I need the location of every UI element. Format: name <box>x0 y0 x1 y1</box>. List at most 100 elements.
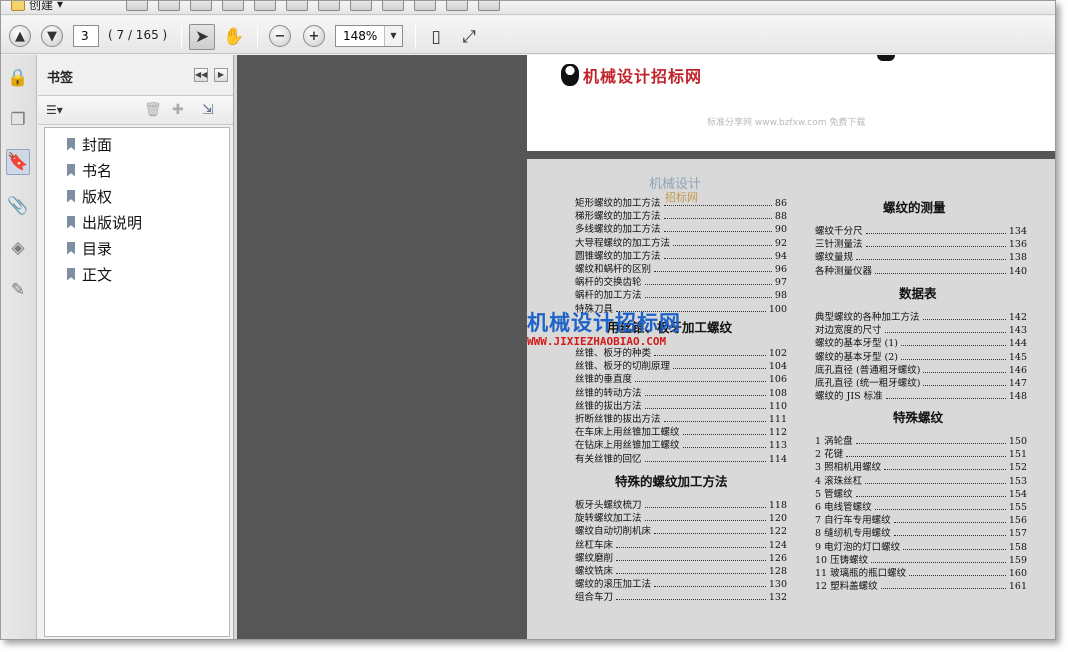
settings-icon[interactable] <box>286 1 308 11</box>
print-icon[interactable] <box>190 1 212 11</box>
edit-icon[interactable] <box>222 1 244 11</box>
expand-panel-button[interactable]: ▶ <box>214 68 228 82</box>
toc-entry-label: 典型螺纹的各种加工方法 <box>815 312 920 323</box>
attach-icon[interactable] <box>414 1 436 11</box>
comment-icon[interactable] <box>318 1 340 11</box>
toc-entry: 大导程螺纹的加工方法 92 <box>575 235 787 249</box>
document-view[interactable]: 机械设计招标网 标准分享网 www.bzfxw.com 免费下载 机械设计 招标… <box>237 55 1055 639</box>
lock-icon[interactable]: 🔒 <box>6 65 30 91</box>
toc-entry-label: 4 滚珠丝杠 <box>815 475 863 487</box>
open-folder-icon[interactable] <box>126 1 148 11</box>
bookmark-item-publishing-notes[interactable]: 出版说明 <box>67 211 142 233</box>
layers-icon[interactable]: ◈ <box>6 235 30 261</box>
toc-entry-label: 螺纹的基本牙型 (2) <box>815 351 898 363</box>
options-menu-button[interactable]: ☰▾ <box>46 103 63 117</box>
bookmark-item-book-title[interactable]: 书名 <box>67 159 112 181</box>
toc-entry: 有关丝锥的回忆 114 <box>575 451 787 465</box>
bookmark-label: 封面 <box>82 135 113 154</box>
toc-leader-dots <box>903 544 1006 550</box>
toc-leader-dots <box>663 253 772 259</box>
toc-entry: 螺纹的滚压加工法 130 <box>575 576 787 590</box>
toc-entry: 螺纹铣床 128 <box>575 563 787 577</box>
hand-tool-button[interactable]: ✋ <box>221 24 247 50</box>
save-icon[interactable] <box>158 1 180 11</box>
next-page-button[interactable]: ▼ <box>41 25 63 47</box>
toc-entry: 7 自行车专用螺纹 156 <box>815 512 1027 526</box>
toc-entry-label: 螺纹量规 <box>815 252 854 264</box>
bookmark-flag-icon <box>67 267 75 281</box>
toc-leader-dots <box>884 327 1006 334</box>
toc-entry-label: 三针测量法 <box>815 239 863 251</box>
toc-leader-dots <box>654 528 766 535</box>
delete-icon[interactable]: 🗑 <box>144 102 162 118</box>
toc-leader-dots <box>855 491 1006 497</box>
collapse-panel-button[interactable]: ◀◀ <box>194 68 208 82</box>
toc-entry-label: 丝锥的垂直度 <box>575 374 633 386</box>
toc-entry: 矩形螺纹的加工方法 86 <box>575 195 787 209</box>
attachment-icon[interactable]: 📎 <box>6 193 30 219</box>
toc-leader-dots <box>663 226 772 233</box>
toc-entry-label: 1 涡轮盘 <box>815 436 853 447</box>
hand-icon: ✋ <box>223 27 245 47</box>
toc-entry-label: 3 照相机用螺纹 <box>815 462 882 474</box>
toc-leader-dots <box>644 292 772 299</box>
toc-entry: 8 缝纫机专用螺纹 157 <box>815 525 1027 539</box>
toc-leader-dots <box>644 456 766 462</box>
toc-entry-label: 蜗杆的加工方法 <box>575 290 642 302</box>
toc-entry: 9 电灯泡的灯口螺纹 158 <box>815 539 1027 553</box>
sign-icon[interactable] <box>478 1 500 11</box>
toc-leader-dots <box>616 594 766 601</box>
toc-leader-dots <box>865 478 1006 484</box>
toc-entry: 2 花键 151 <box>815 446 1027 460</box>
page-number-input[interactable]: 3 <box>73 25 99 47</box>
chevron-right-icon: ▶ <box>217 70 225 79</box>
fit-page-button[interactable]: ▯ <box>423 24 449 50</box>
previous-page-button[interactable]: ▲ <box>9 25 31 47</box>
toc-entry-label: 有关丝锥的回忆 <box>575 453 642 465</box>
bookmark-item-cover[interactable]: 封面 <box>67 133 112 155</box>
bookmark-icon[interactable]: 🔖 <box>6 149 30 175</box>
toc-entry: 对边宽度的尺寸 143 <box>815 322 1027 336</box>
toc-leader-dots <box>871 557 1006 563</box>
toc-entry-label: 梯形螺纹的加工方法 <box>575 211 661 223</box>
toc-leader-dots <box>880 583 1006 590</box>
signature-icon[interactable]: ✎ <box>6 277 30 303</box>
stamp-icon[interactable] <box>382 1 404 11</box>
create-button[interactable]: 创建 ▾ <box>11 1 63 13</box>
toc-entry: 蜗杆的交换齿轮 97 <box>575 274 787 288</box>
toc-leader-dots <box>682 429 766 436</box>
minus-icon: − <box>274 28 286 44</box>
bookmark-item-contents[interactable]: 目录 <box>67 237 112 259</box>
fit-width-button[interactable]: ⤢ <box>456 24 482 50</box>
zoom-out-button[interactable]: − <box>269 25 291 47</box>
double-chevron-left-icon: ◀◀ <box>195 70 208 79</box>
toc-entry: 多线螺纹的加工方法 90 <box>575 221 787 235</box>
toc-entry: 10 压铸螺纹 159 <box>815 552 1027 566</box>
chevron-down-icon[interactable]: ▼ <box>384 26 402 46</box>
toc-entry-label: 6 电线管螺纹 <box>815 502 872 513</box>
toc-entry-label: 底孔直径 (统一粗牙螺纹) <box>815 378 921 389</box>
toc-leader-dots <box>663 200 772 206</box>
zoom-value: 148% <box>343 29 378 43</box>
zoom-select[interactable]: 148% ▼ <box>335 25 403 47</box>
share-icon[interactable] <box>446 1 468 11</box>
expand-bookmark-icon[interactable]: ⇲ <box>202 102 214 118</box>
toc-entry: 蜗杆的加工方法 98 <box>575 287 787 301</box>
toc-entry: 组合车刀 132 <box>575 589 787 603</box>
bookmark-label: 书名 <box>82 161 113 180</box>
toc-entry: 6 电线管螺纹 155 <box>815 499 1027 513</box>
zoom-in-button[interactable]: + <box>303 25 325 47</box>
bookmark-item-copyright[interactable]: 版权 <box>67 185 112 207</box>
toc-entry: 丝锥的转动方法 108 <box>575 385 787 399</box>
toc-leader-dots <box>923 380 1006 386</box>
new-bookmark-icon[interactable]: ✚ <box>172 102 184 118</box>
select-tool-button[interactable]: ➤ <box>189 24 215 50</box>
toc-entry-label: 2 花键 <box>815 449 844 461</box>
cursor-icon: ➤ <box>194 27 210 47</box>
toc-entry: 三针测量法 136 <box>815 236 1027 250</box>
pages-icon[interactable]: ❐ <box>6 107 30 133</box>
bookmark-item-main-text[interactable]: 正文 <box>67 263 112 285</box>
toc-entry-label: 7 自行车专用螺纹 <box>815 515 891 527</box>
email-icon[interactable] <box>254 1 276 11</box>
highlight-icon[interactable] <box>350 1 372 11</box>
